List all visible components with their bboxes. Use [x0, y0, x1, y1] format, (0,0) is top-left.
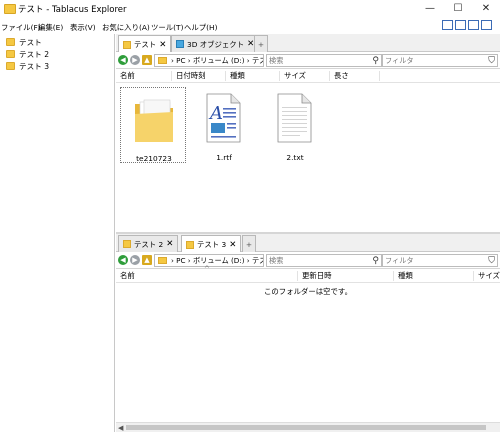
folder-icon — [6, 50, 15, 58]
close-button[interactable]: ✕ — [472, 0, 500, 18]
title-bar: テスト - Tablacus Explorer — ☐ ✕ — [0, 0, 500, 18]
folder-icon — [123, 40, 131, 49]
svg-text:A: A — [208, 103, 223, 124]
forward-arrow-icon[interactable]: ▶ — [130, 255, 140, 265]
search-placeholder: 検索 — [269, 256, 284, 265]
file-name: te210723 — [136, 154, 172, 163]
forward-arrow-icon[interactable]: ▶ — [130, 55, 140, 65]
folder-app-icon — [4, 4, 16, 14]
bottom-tab-strip: テスト 2 ✕ テスト 3 ✕ + — [116, 234, 500, 253]
file-name: 1.rtf — [216, 153, 232, 162]
layout-split-horizontal-icon[interactable] — [455, 20, 466, 30]
scrollbar-thumb[interactable] — [126, 425, 486, 430]
tab-label: テスト 3 — [197, 240, 227, 249]
column-type[interactable]: 種類 — [226, 71, 280, 81]
filter-placeholder: フィルタ — [385, 56, 414, 65]
folder-icon — [158, 57, 167, 64]
filter-funnel-icon: ⛉ — [488, 56, 495, 66]
tree-item-label: テスト 2 — [19, 49, 50, 59]
tab-label: テスト 2 — [134, 239, 164, 249]
tree-item-label: テスト — [19, 37, 42, 47]
top-tab-strip: テスト ✕ 3D オブジェクト ✕ + — [116, 34, 500, 53]
tab-3d-objects[interactable]: 3D オブジェクト ✕ — [171, 35, 260, 52]
top-pane: テスト ✕ 3D オブジェクト ✕ + ◀ ▶ ▲ › PC › ボリューム (… — [116, 34, 500, 232]
top-column-header: 名前 日付時刻 種類 サイズ 長さ — [116, 69, 500, 83]
3d-cube-icon — [176, 40, 184, 48]
column-type[interactable]: 種類 — [394, 271, 474, 281]
horizontal-scrollbar[interactable]: ◀ — [116, 422, 500, 432]
menu-edit[interactable]: 編集(E) — [38, 22, 63, 33]
column-name[interactable]: 名前 — [116, 71, 172, 81]
empty-folder-message: このフォルダーは空です。 — [264, 287, 352, 296]
column-modified[interactable]: 更新日時 — [298, 271, 394, 281]
rtf-document-icon: A — [206, 93, 241, 143]
filter-funnel-icon: ⛉ — [488, 256, 495, 266]
file-tile-folder[interactable]: te210723 — [120, 87, 186, 163]
layout-switcher — [442, 20, 492, 32]
new-tab-button[interactable]: + — [254, 35, 268, 52]
folder-icon — [6, 38, 15, 46]
menu-tools[interactable]: ツール(T) — [151, 22, 183, 33]
folder-icon — [6, 62, 15, 70]
menu-favorites[interactable]: お気に入り(A) — [102, 22, 150, 33]
column-size[interactable]: サイズ — [280, 71, 330, 81]
column-size[interactable]: サイズ — [474, 271, 500, 281]
menu-file[interactable]: ファイル(F) — [1, 22, 41, 33]
address-path: › PC › ボリューム (D:) › テスト› — [171, 56, 263, 65]
menu-view[interactable]: 表示(V) — [70, 22, 96, 33]
tab-label: テスト — [134, 40, 157, 49]
minimize-button[interactable]: — — [416, 0, 444, 18]
tree-item-label: テスト 3 — [19, 61, 50, 71]
bottom-pane: テスト 2 ✕ テスト 3 ✕ + ◀ ▶ ▲ › PC › ボリューム (D:… — [116, 234, 500, 432]
folder-icon — [135, 99, 173, 142]
column-datetime[interactable]: 日付時刻 — [172, 71, 226, 81]
bottom-address-row: ◀ ▶ ▲ › PC › ボリューム (D:) › テスト3 検索 ⚲ フィルタ… — [116, 252, 500, 269]
new-tab-button[interactable]: + — [242, 235, 256, 252]
filter-placeholder: フィルタ — [385, 256, 414, 265]
layout-single-icon[interactable] — [442, 20, 453, 30]
tab-close-icon[interactable]: ✕ — [229, 240, 236, 250]
folder-icon — [158, 257, 167, 264]
search-icon: ⚲ — [372, 256, 379, 266]
back-arrow-icon[interactable]: ◀ — [118, 255, 128, 265]
tab-close-icon[interactable]: ✕ — [159, 40, 166, 50]
file-name: 2.txt — [286, 153, 304, 162]
column-length[interactable]: 長さ — [330, 71, 380, 81]
filter-input[interactable]: フィルタ ⛉ — [382, 54, 498, 67]
tab-label: 3D オブジェクト — [187, 39, 245, 49]
file-tile-rtf[interactable]: A 1.rtf — [191, 87, 257, 163]
tab-test-3[interactable]: テスト 3 ✕ — [181, 235, 242, 253]
folder-icon — [123, 240, 131, 248]
tree-item-test-3[interactable]: テスト 3 — [6, 60, 49, 72]
menu-bar: ファイル(F) 編集(E) 表示(V) お気に入り(A) ツール(T) ヘルプ(… — [0, 18, 500, 34]
address-bar[interactable]: › PC › ボリューム (D:) › テスト› — [154, 54, 264, 67]
file-tile-txt[interactable]: 2.txt — [262, 87, 328, 163]
up-folder-icon[interactable]: ▲ — [142, 55, 152, 65]
back-arrow-icon[interactable]: ◀ — [118, 55, 128, 65]
search-icon: ⚲ — [372, 56, 379, 66]
menu-help[interactable]: ヘルプ(H) — [184, 22, 218, 33]
filter-input[interactable]: フィルタ ⛉ — [382, 254, 498, 267]
tree-item-test-2[interactable]: テスト 2 — [6, 48, 49, 60]
tab-test-2[interactable]: テスト 2 ✕ — [118, 235, 179, 252]
up-folder-icon[interactable]: ▲ — [142, 255, 152, 265]
tab-close-icon[interactable]: ✕ — [166, 239, 173, 249]
search-input[interactable]: 検索 ⚲ — [266, 54, 382, 67]
text-document-icon — [277, 93, 312, 143]
tab-test[interactable]: テスト ✕ — [118, 35, 172, 53]
layout-split-vertical-icon[interactable] — [468, 20, 479, 30]
search-input[interactable]: 検索 ⚲ — [266, 254, 382, 267]
layout-quad-icon[interactable] — [481, 20, 492, 30]
tree-item-test[interactable]: テスト — [6, 36, 42, 48]
folder-icon — [186, 240, 194, 249]
window-title: テスト - Tablacus Explorer — [18, 5, 127, 15]
search-placeholder: 検索 — [269, 56, 284, 65]
maximize-button[interactable]: ☐ — [444, 0, 472, 18]
bottom-column-header: ^ 名前 更新日時 種類 サイズ — [116, 265, 500, 283]
folder-tree: テスト テスト 2 テスト 3 — [0, 34, 115, 432]
column-name[interactable]: 名前 — [116, 271, 298, 281]
address-path: › PC › ボリューム (D:) › テスト3 — [171, 256, 263, 265]
top-address-row: ◀ ▶ ▲ › PC › ボリューム (D:) › テスト› 検索 ⚲ フィルタ… — [116, 52, 500, 69]
